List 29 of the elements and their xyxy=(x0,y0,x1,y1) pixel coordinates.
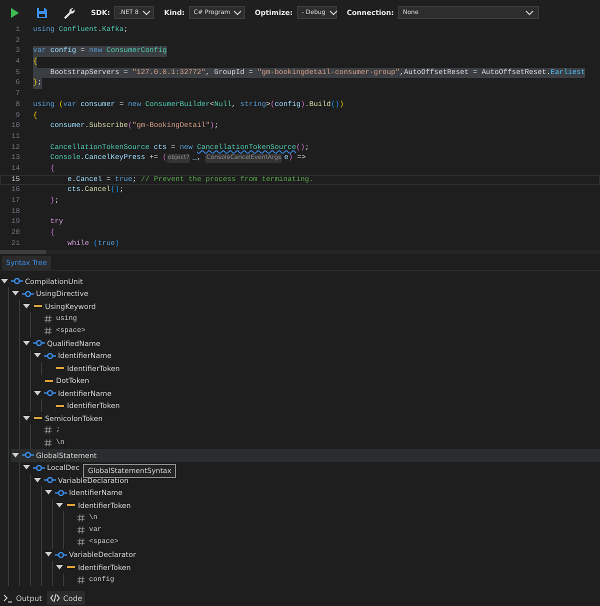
terminal-icon xyxy=(3,593,13,603)
wrench-icon xyxy=(62,6,76,20)
chevron-down-icon xyxy=(328,10,338,16)
chevron-down-icon xyxy=(142,10,151,16)
hash-icon xyxy=(44,326,52,335)
node-icon xyxy=(44,476,56,484)
hash-icon xyxy=(77,576,85,584)
node-icon xyxy=(11,277,23,286)
hash-icon xyxy=(44,314,52,323)
node-icon xyxy=(44,352,56,360)
save-icon xyxy=(35,6,49,20)
node-icon xyxy=(44,389,56,398)
node-icon xyxy=(33,464,45,472)
expanded-icon[interactable] xyxy=(23,416,30,421)
code-icon xyxy=(50,593,60,603)
expanded-icon[interactable] xyxy=(34,390,41,396)
chevron-down-icon xyxy=(233,10,242,16)
scrollbar-thumb[interactable] xyxy=(0,250,46,254)
hash-icon xyxy=(44,426,52,434)
node-icon xyxy=(22,451,34,460)
node-icon xyxy=(33,339,45,348)
node-icon xyxy=(55,488,67,497)
hash-icon xyxy=(77,538,85,546)
node-icon xyxy=(22,290,34,298)
hash-icon xyxy=(77,526,85,534)
hash-icon xyxy=(44,438,52,447)
chevron-down-icon xyxy=(524,10,534,16)
hash-icon xyxy=(77,514,85,522)
node-icon xyxy=(55,550,67,559)
